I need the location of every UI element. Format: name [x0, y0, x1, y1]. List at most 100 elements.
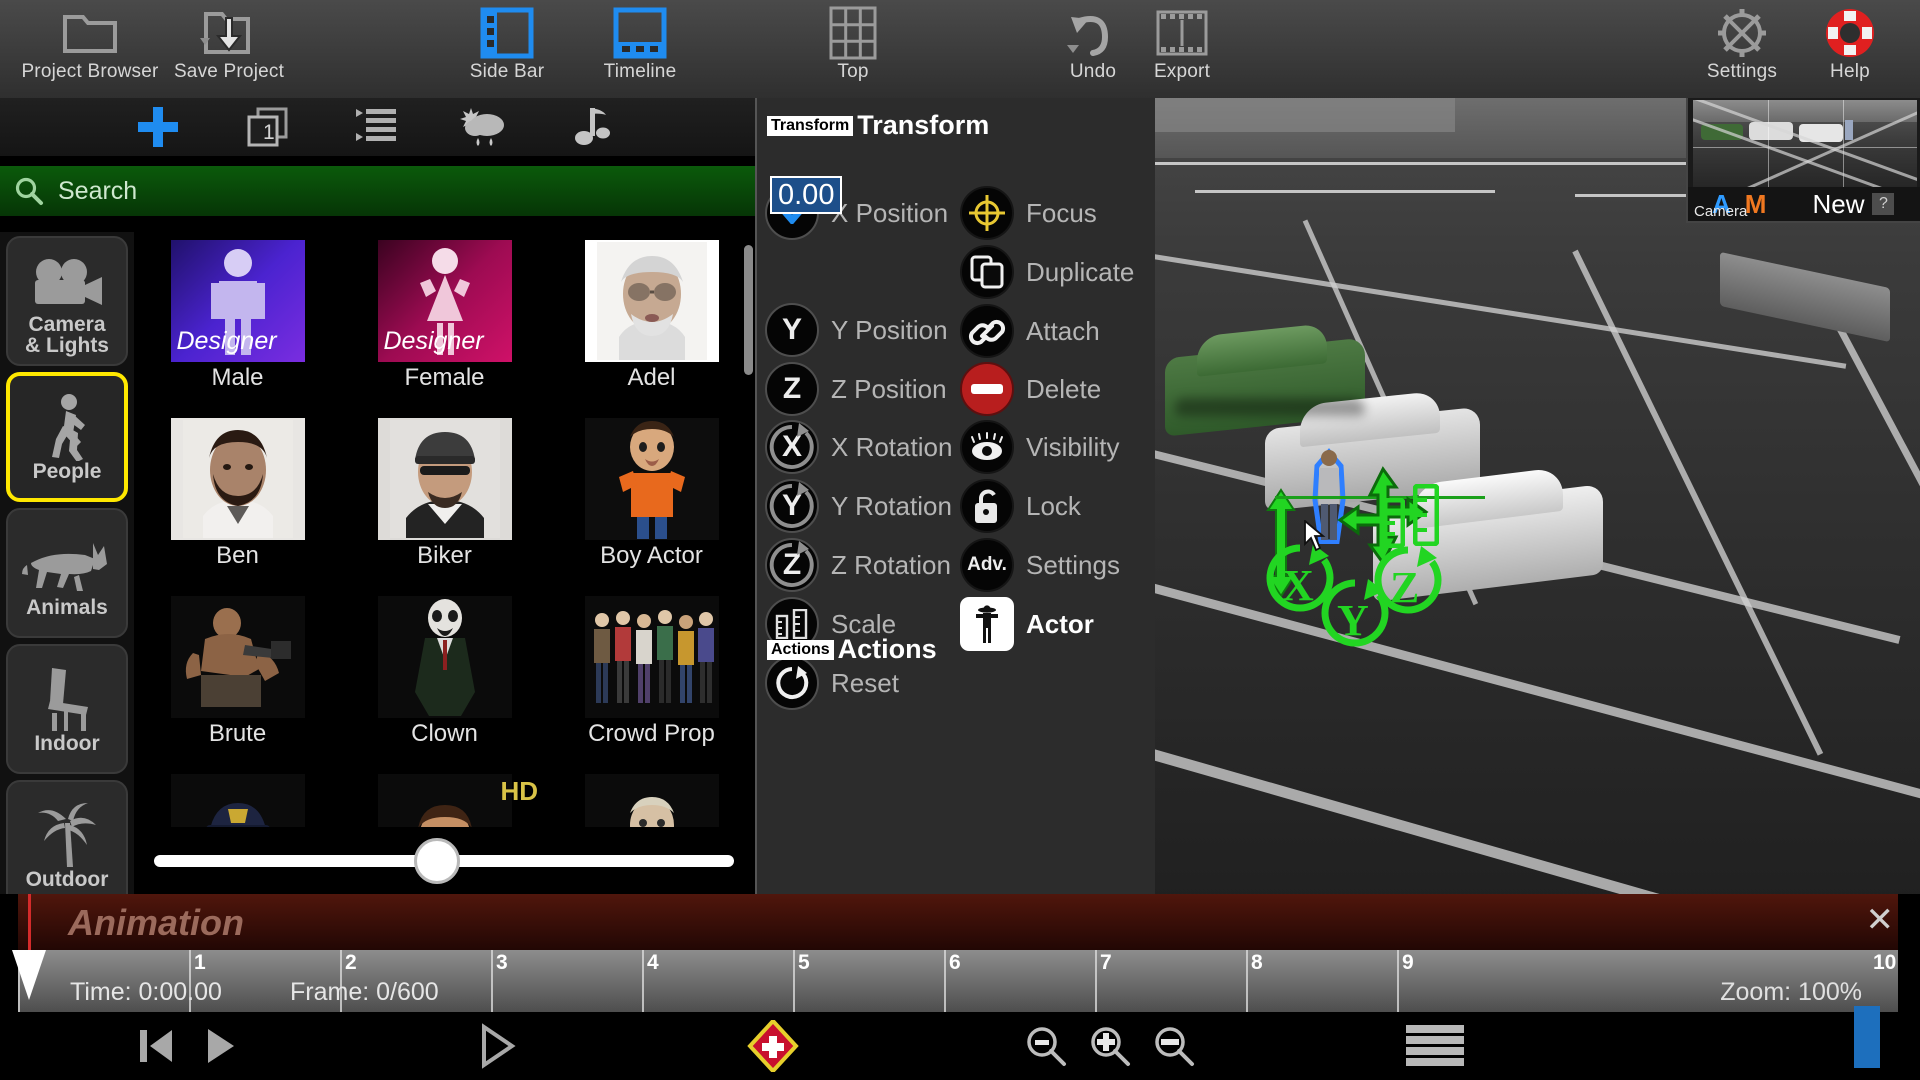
sidebar-item-camera-lights[interactable]: Camera & Lights	[6, 236, 128, 366]
toolbar-button-export[interactable]: Export	[1112, 4, 1252, 96]
camera-help-button[interactable]: ?	[1872, 193, 1895, 215]
search-input[interactable]: Search	[58, 177, 137, 206]
toolbar-button-top-view[interactable]: Top	[783, 4, 923, 96]
asset-item-biker[interactable]: Biker	[341, 410, 548, 588]
grid-view-icon	[828, 4, 878, 62]
camera-preview-panel[interactable]: Camera A M New ?	[1686, 98, 1920, 223]
asset-label: Boy Actor	[600, 542, 703, 569]
asset-thumbnail	[377, 774, 512, 827]
asset-item-clown[interactable]: Clown	[341, 588, 548, 766]
play-button[interactable]	[192, 1018, 248, 1074]
skip-to-start-button[interactable]	[128, 1018, 184, 1074]
audio-button[interactable]	[552, 102, 632, 152]
close-icon[interactable]: ✕	[1866, 900, 1895, 940]
sidebar-item-label: Animals	[26, 595, 108, 619]
sidebar-item-indoor[interactable]: Indoor	[6, 644, 128, 774]
sidebar-item-animals[interactable]: Animals	[6, 508, 128, 638]
asset-item-brute[interactable]: Brute	[134, 588, 341, 766]
gizmo-scale-large-handle[interactable]	[1412, 483, 1440, 551]
zoom-out-button[interactable]	[1146, 1018, 1202, 1074]
add-keyframe-button[interactable]	[745, 1018, 801, 1074]
asset-item-ben[interactable]: Ben	[134, 410, 341, 588]
transform-row-z-rotation[interactable]: Z Z Rotation	[765, 538, 951, 592]
viewport-3d[interactable]: X Y Z Camera A M New ?	[1155, 98, 1920, 894]
ruler-tick: 4	[647, 951, 659, 974]
sidebar-item-label: Indoor	[34, 731, 100, 755]
sidebar-item-people[interactable]: People	[6, 372, 128, 502]
thumbnail-size-slider[interactable]	[134, 827, 755, 894]
add-object-button[interactable]	[118, 102, 198, 152]
transform-row-visibility[interactable]: Visibility	[960, 420, 1119, 474]
gizmo-scale-small-handle[interactable]	[1382, 497, 1406, 553]
camera-new-button[interactable]: New	[1812, 189, 1864, 220]
gizmo-z-rotate-ring[interactable]: Z	[1363, 540, 1453, 635]
film-strip-icon	[1155, 4, 1209, 62]
toolbar-button-help[interactable]: Help	[1780, 4, 1920, 96]
asset-item-cop[interactable]	[134, 766, 341, 827]
asset-item-man-hd[interactable]: HD	[341, 766, 548, 827]
transform-row-y-rotation[interactable]: Y Y Rotation	[765, 479, 952, 533]
asset-label: Ben	[216, 542, 259, 569]
actions-title: Actions	[837, 634, 937, 664]
weather-button[interactable]	[444, 102, 524, 152]
toolbar-button-timeline[interactable]: Timeline	[570, 4, 710, 96]
actions-header[interactable]: Actions Actions	[767, 634, 937, 665]
transform-label: Delete	[1026, 373, 1102, 404]
asset-item-male[interactable]: Designer Male	[134, 232, 341, 410]
asset-item-boy-actor[interactable]: Boy Actor	[548, 410, 755, 588]
building-block	[1155, 98, 1455, 132]
camera-m-badge[interactable]: M	[1745, 189, 1767, 220]
transform-row-lock[interactable]: Lock	[960, 479, 1081, 533]
add-keyframe-diamond-icon	[747, 1020, 799, 1072]
transform-row-actor[interactable]: Actor	[960, 597, 1094, 651]
transform-row-duplicate[interactable]: Duplicate	[960, 245, 1134, 299]
toolbar-button-side-bar[interactable]: Side Bar	[437, 4, 577, 96]
hd-badge: HD	[500, 776, 538, 806]
save-folder-icon	[198, 4, 260, 62]
asset-label: Male	[211, 364, 264, 391]
toolbar-label: Help	[1830, 61, 1870, 82]
asset-item-female[interactable]: Designer Female	[341, 232, 548, 410]
zoom-fit-button[interactable]	[1018, 1018, 1074, 1074]
toolbar-label: Project Browser	[21, 61, 159, 82]
timeline-ruler[interactable]: 0 1 2 3 4 5 6 7 8 9 10 Time: 0:00.00 Fra…	[18, 950, 1898, 1068]
slider-knob[interactable]	[414, 838, 460, 884]
asset-grid[interactable]: Designer Male Designer Female Adel Ben B…	[134, 232, 755, 827]
search-bar[interactable]: Search	[0, 166, 755, 216]
chair-icon	[36, 661, 98, 733]
transform-row-focus[interactable]: Focus	[960, 186, 1097, 240]
transform-label: X Rotation	[831, 431, 953, 462]
search-icon	[15, 177, 43, 205]
timeline-panel-icon	[613, 4, 667, 62]
asset-scrollbar-thumb[interactable]	[744, 245, 753, 375]
transform-row-attach[interactable]: Attach	[960, 304, 1100, 358]
delete-minus-icon	[960, 362, 1014, 416]
menu-button[interactable]	[1400, 1018, 1470, 1074]
transform-row-y-position[interactable]: Y Y Position	[765, 303, 948, 357]
preview-play-button[interactable]	[468, 1018, 524, 1074]
transform-row-x-rotation[interactable]: X X Rotation	[765, 420, 952, 474]
asset-thumbnail: Designer	[377, 240, 512, 362]
zoom-in-button[interactable]	[1082, 1018, 1138, 1074]
asset-item-soldier[interactable]	[548, 766, 755, 827]
list-button[interactable]	[336, 102, 416, 152]
sidebar-item-outdoor[interactable]: Outdoor	[6, 780, 128, 894]
ruler-tick: 8	[1251, 951, 1263, 974]
ruler-tick: 6	[949, 951, 961, 974]
ruler-tick: 3	[496, 951, 508, 974]
transform-row-adv-settings[interactable]: Adv. Settings	[960, 538, 1120, 592]
toolbar-button-save-project[interactable]: Save Project	[159, 4, 299, 96]
asset-thumbnail	[170, 596, 305, 718]
layer-button[interactable]: 1	[228, 102, 308, 152]
toolbar-button-project-browser[interactable]: Project Browser	[20, 4, 160, 96]
timeline-playhead[interactable]	[8, 894, 50, 1012]
transform-row-z-position[interactable]: Z Z Position	[765, 362, 947, 416]
svg-text:1: 1	[263, 121, 275, 144]
transform-label: Settings	[1026, 549, 1120, 580]
transform-row-delete[interactable]: Delete	[960, 362, 1101, 416]
asset-item-adel[interactable]: Adel	[548, 232, 755, 410]
asset-item-crowd-prop[interactable]: Crowd Prop	[548, 588, 755, 766]
x-position-value-tooltip: 0.00	[770, 176, 843, 214]
sidebar-panel-icon	[480, 4, 534, 62]
axis-x-rotation-icon: X	[765, 420, 819, 474]
